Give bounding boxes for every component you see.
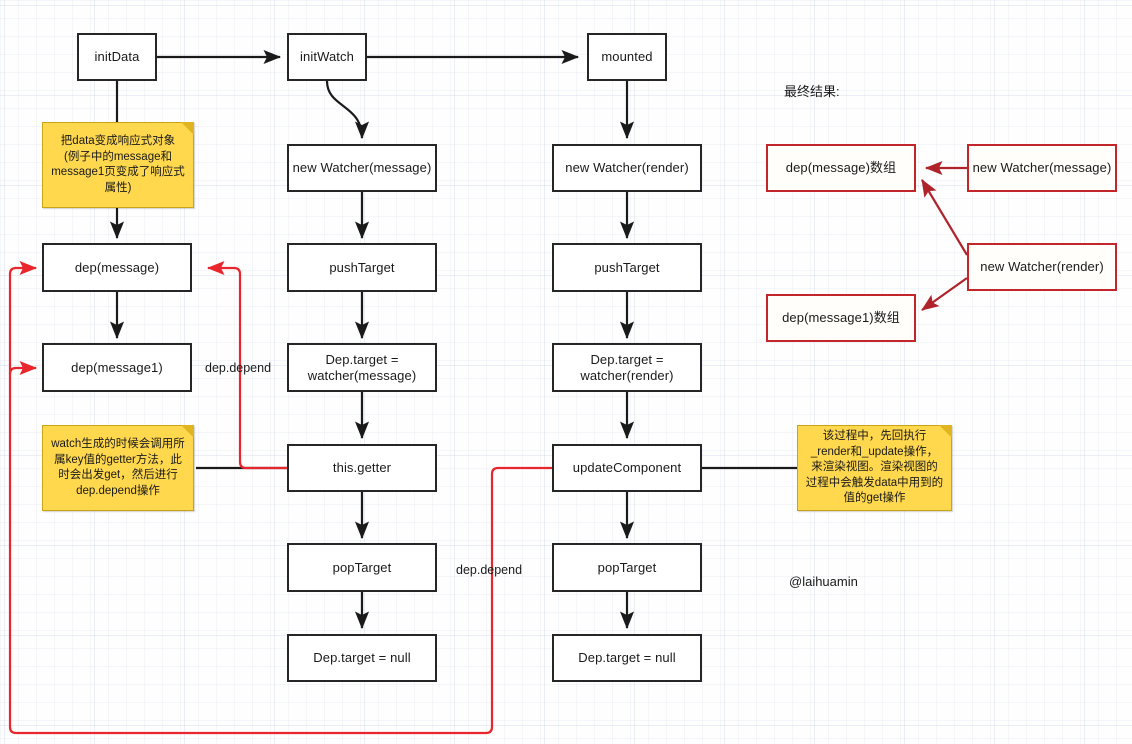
node-update-component[interactable]: updateComponent [552, 444, 702, 492]
node-result-dep-message1-array[interactable]: dep(message1)数组 [766, 294, 916, 342]
edge-label-dep-depend-lower: dep.depend [456, 563, 523, 577]
note-update-component: 该过程中，先回执行 _render和_update操作， 来渲染视图。渲染视图的… [797, 425, 952, 511]
node-dep-target-watcher-render[interactable]: Dep.target = watcher(render) [552, 343, 702, 392]
node-dep-target-null-right[interactable]: Dep.target = null [552, 634, 702, 682]
node-result-dep-message-array[interactable]: dep(message)数组 [766, 144, 916, 192]
flowchart-canvas: initData 把data变成响应式对象 (例子中的message和 mess… [0, 0, 1132, 744]
node-init-data[interactable]: initData [77, 33, 157, 81]
node-dep-message1[interactable]: dep(message1) [42, 343, 192, 392]
result-red-edges [921, 160, 968, 311]
note-fold-icon [181, 425, 194, 438]
author-signature: @laihuamin [789, 574, 858, 589]
node-new-watcher-message[interactable]: new Watcher(message) [287, 144, 437, 192]
note-init-data: 把data变成响应式对象 (例子中的message和 message1页变成了响… [42, 122, 194, 208]
note-fold-icon [939, 425, 952, 438]
note-update-component-text: 该过程中，先回执行 _render和_update操作， 来渲染视图。渲染视图的… [805, 430, 944, 505]
node-this-getter[interactable]: this.getter [287, 444, 437, 492]
node-result-new-watcher-message[interactable]: new Watcher(message) [967, 144, 1117, 192]
note-watch-getter: watch生成的时候会调用所 属key值的getter方法，此 时会出发get，… [42, 425, 194, 511]
node-pop-target-middle[interactable]: popTarget [287, 543, 437, 592]
note-init-data-text: 把data变成响应式对象 (例子中的message和 message1页变成了响… [51, 135, 185, 194]
result-panel-title: 最终结果: [784, 84, 840, 99]
node-new-watcher-render[interactable]: new Watcher(render) [552, 144, 702, 192]
edge-label-dep-depend-upper: dep.depend [205, 361, 272, 375]
node-mounted[interactable]: mounted [587, 33, 667, 81]
node-dep-target-null-middle[interactable]: Dep.target = null [287, 634, 437, 682]
node-push-target-middle[interactable]: pushTarget [287, 243, 437, 292]
node-result-new-watcher-render[interactable]: new Watcher(render) [967, 243, 1117, 291]
note-watch-getter-text: watch生成的时候会调用所 属key值的getter方法，此 时会出发get，… [51, 438, 185, 497]
node-dep-message[interactable]: dep(message) [42, 243, 192, 292]
node-pop-target-right[interactable]: popTarget [552, 543, 702, 592]
node-push-target-right[interactable]: pushTarget [552, 243, 702, 292]
node-init-watch[interactable]: initWatch [287, 33, 367, 81]
note-fold-icon [181, 122, 194, 135]
node-dep-target-watcher-message[interactable]: Dep.target = watcher(message) [287, 343, 437, 392]
